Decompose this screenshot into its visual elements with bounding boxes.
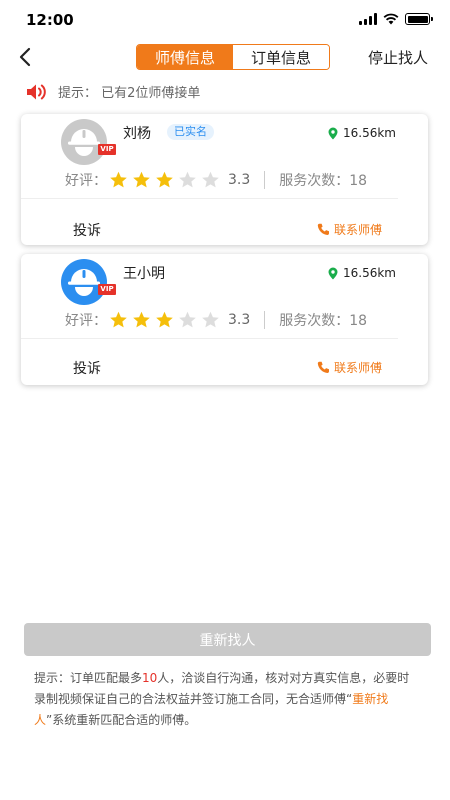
star-empty-icon <box>202 171 219 188</box>
complain-button[interactable]: 投诉 <box>73 220 101 240</box>
phone-icon <box>317 361 329 373</box>
contact-label: 联系师傅 <box>333 223 382 237</box>
master-name: 王小明 <box>123 266 165 282</box>
bottom-tip-text: 提示：订单匹配最多 <box>34 671 143 685</box>
worker-helmet-icon <box>68 129 100 156</box>
master-card: VIP 王小明 16.56km 好评： 3.3 服务次数：18 投诉 联系师傅 <box>21 254 428 385</box>
service-count: 服务次数：18 <box>279 173 368 189</box>
tip-row: 提示： 已有2位师傅接单 <box>26 82 200 101</box>
location-pin-icon <box>328 127 338 139</box>
vip-badge: VIP <box>98 284 116 295</box>
master-card: VIP 刘杨 已实名 16.56km 好评： 3.3 服务次数：18 投诉 联系… <box>21 114 428 245</box>
rating-row: 好评： 3.3 服务次数：18 <box>65 170 367 190</box>
distance-value: 16.56km <box>343 266 396 280</box>
star-filled-icon <box>133 311 150 328</box>
divider <box>264 171 266 189</box>
master-name: 刘杨 <box>123 126 151 142</box>
bottom-tip: 提示：订单匹配最多10人，洽谈自行沟通，核对对方真实信息，必要时录制视频保证自己… <box>34 668 414 731</box>
segment-tabs: 师傅信息 订单信息 <box>136 44 330 70</box>
signal-icon <box>359 13 377 25</box>
star-filled-icon <box>110 171 127 188</box>
star-filled-icon <box>156 171 173 188</box>
status-time: 12:00 <box>26 11 74 29</box>
chevron-left-icon <box>19 47 31 67</box>
rating-row: 好评： 3.3 服务次数：18 <box>65 310 367 330</box>
verified-badge: 已实名 <box>167 124 214 140</box>
rating-stars <box>109 311 220 329</box>
refind-button[interactable]: 重新找人 <box>24 623 431 656</box>
battery-icon <box>405 13 433 25</box>
bottom-tip-text: ”系统重新匹配合适的师傅。 <box>46 713 197 727</box>
avatar <box>61 259 107 305</box>
complain-button[interactable]: 投诉 <box>73 358 101 378</box>
rating-label: 好评： <box>65 313 107 329</box>
star-empty-icon <box>179 311 196 328</box>
rating-value: 3.3 <box>228 172 251 188</box>
rating-label: 好评： <box>65 173 107 189</box>
star-filled-icon <box>110 311 127 328</box>
distance: 16.56km <box>328 266 396 280</box>
tab-order-info[interactable]: 订单信息 <box>233 45 329 69</box>
distance: 16.56km <box>328 126 396 140</box>
contact-master-button[interactable]: 联系师傅 <box>317 221 382 238</box>
star-filled-icon <box>133 171 150 188</box>
worker-helmet-icon <box>68 269 100 296</box>
status-bar: 12:00 <box>0 0 450 40</box>
tip-text: 提示： 已有2位师傅接单 <box>58 86 201 101</box>
rating-value: 3.3 <box>228 312 251 328</box>
divider <box>21 198 398 199</box>
max-count: 10 <box>142 671 158 685</box>
star-filled-icon <box>156 311 173 328</box>
distance-value: 16.56km <box>343 126 396 140</box>
stop-search-button[interactable]: 停止找人 <box>368 47 428 68</box>
nav-bar: 师傅信息 订单信息 停止找人 <box>0 40 450 76</box>
back-button[interactable] <box>14 44 38 70</box>
location-pin-icon <box>328 267 338 279</box>
divider <box>264 311 266 329</box>
contact-master-button[interactable]: 联系师傅 <box>317 359 382 376</box>
tab-master-info[interactable]: 师傅信息 <box>137 45 233 69</box>
phone-icon <box>317 223 329 235</box>
avatar <box>61 119 107 165</box>
star-empty-icon <box>202 311 219 328</box>
speaker-icon <box>27 84 46 99</box>
rating-stars <box>109 171 220 189</box>
vip-badge: VIP <box>98 144 116 155</box>
wifi-icon <box>383 13 399 25</box>
service-count: 服务次数：18 <box>279 313 368 329</box>
star-empty-icon <box>179 171 196 188</box>
status-icons <box>359 13 433 25</box>
contact-label: 联系师傅 <box>333 361 382 375</box>
divider <box>21 338 398 339</box>
